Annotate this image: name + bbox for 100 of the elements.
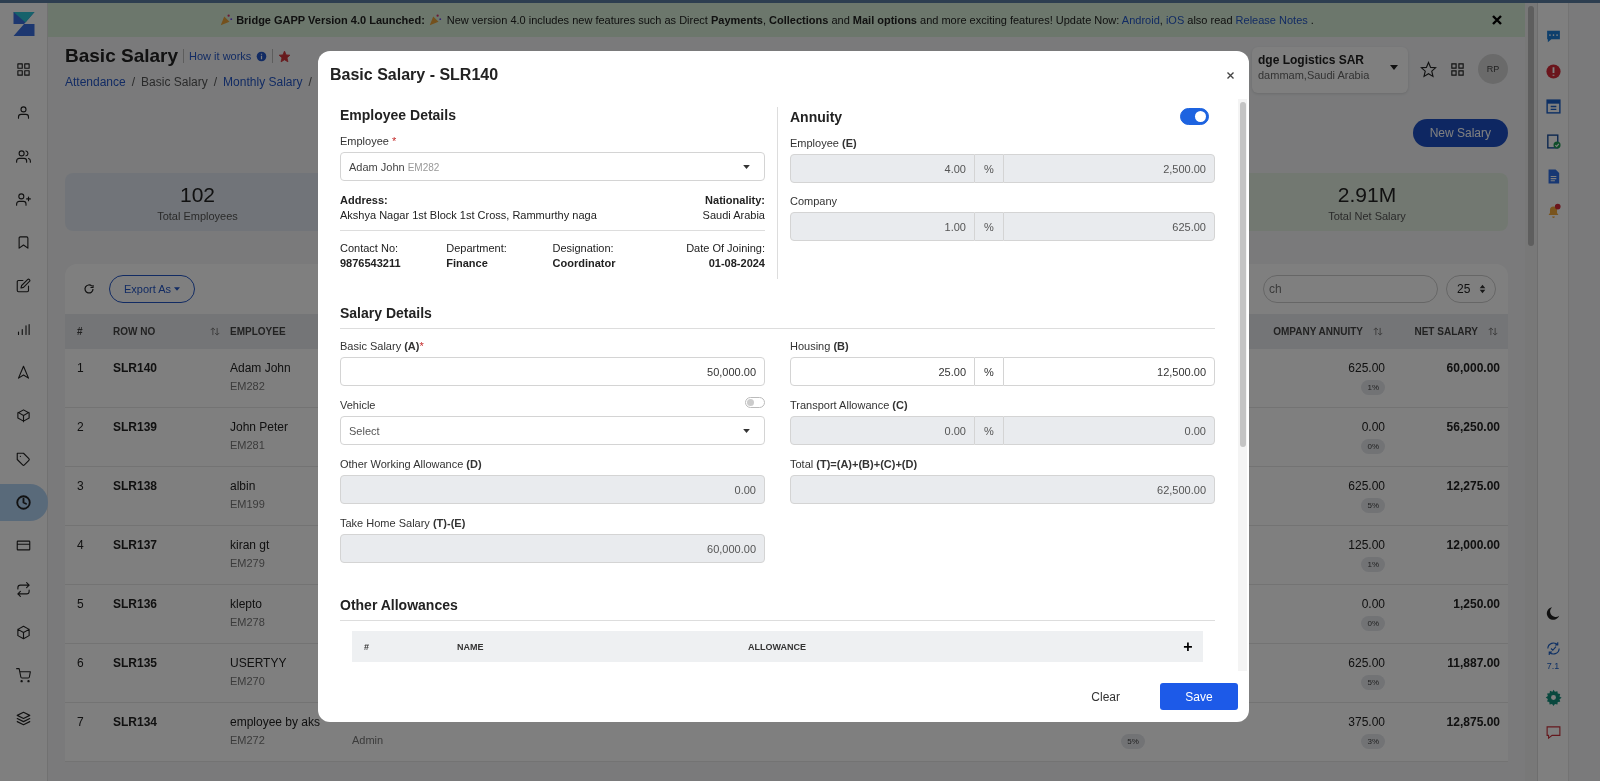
stat-value: 102 [179,182,215,207]
grid-icon[interactable] [1449,60,1466,78]
amount-field[interactable]: 12,500.00 [1003,357,1215,386]
section-heading: Salary Details [340,305,1215,329]
employee-name: employee by aks [230,715,322,729]
amount-field[interactable]: 50,000.00 [340,357,765,386]
table-cell-text: Admin [352,734,385,746]
company-selector[interactable]: dge Logistics SAR dammam,Saudi Arabia [1252,47,1408,93]
export-as-button[interactable]: Export As [109,275,196,303]
breadcrumb-text: / [131,75,136,89]
field-label: Employee * [340,135,398,147]
section-heading: Annuity [790,108,843,125]
percent-sign: % [975,416,1003,445]
percent-sign: % [975,154,1003,183]
sync-check-icon[interactable] [1544,640,1562,657]
close-icon[interactable] [1226,70,1235,80]
employee-name: kiran gt [230,538,271,552]
detail-label: Department: [446,242,508,254]
new-salary-button[interactable]: New Salary [1412,119,1508,147]
detail-value: Finance [446,257,489,269]
column-header: NAME [457,641,485,652]
how-it-works-link[interactable]: How it works [189,50,252,62]
detail-value: Coordinator [552,257,617,269]
column-header: EMPLOYEE [230,326,287,337]
caret-icon [174,287,181,291]
table-cell-text: SLR134 [113,715,159,729]
banner-headline: Bridge GAPP Version 4.0 Launched: [236,14,425,26]
vehicle-select[interactable]: Select [340,416,765,445]
info-icon [256,50,268,62]
column-header[interactable]: NET SALARY [1414,326,1478,337]
table-cell: 56,250.00 [1446,420,1500,434]
table-cell: 11,887.00 [1447,656,1500,670]
clock-icon [16,494,31,510]
table-cell-text: SLR140 [113,361,159,375]
comment-icon[interactable] [1544,724,1562,741]
breadcrumb-text: / [308,75,312,89]
employee-code: EM281 [230,439,266,451]
bookmark-icon [16,235,31,251]
detail-label: Contact No: [340,242,400,254]
sort-icon[interactable] [210,327,220,336]
sort-icon [1479,284,1486,294]
breadcrumb-link[interactable]: Attendance [65,75,126,89]
column-header[interactable]: ROW NO [113,326,156,337]
table-cell-text: SLR135 [113,656,159,670]
sort-icon[interactable] [1488,327,1498,336]
table-cell-text: 5 [76,597,85,611]
save-button[interactable]: Save [1160,683,1238,710]
table-cell-text: SLR136 [113,597,159,611]
scrollbar[interactable] [1238,99,1247,671]
grid-icon [16,62,31,77]
sidebar-item[interactable] [0,483,48,521]
table-cell-text: 2 [76,420,85,434]
column-header[interactable]: OMPANY ANNUITY [1273,326,1363,337]
vehicle-toggle[interactable] [745,396,765,408]
alert-icon[interactable] [1544,63,1562,80]
annuity-toggle[interactable] [1180,108,1209,125]
nationality-value: Saudi Arabia [702,209,765,221]
user-icon [16,105,31,121]
cart-icon [16,668,31,684]
employee-code: EM272 [230,734,266,746]
users-icon [16,148,31,164]
sort-icon[interactable] [1373,327,1383,336]
table-cell: 625.00 [1348,361,1385,375]
table-cell: 12,275.00 [1446,479,1500,493]
chat-icon[interactable] [1544,28,1562,45]
dialog-title: Basic Salary - SLR140 [330,66,499,84]
layers-icon [16,711,31,727]
close-icon[interactable] [1491,14,1503,26]
employee-code: EM282 [230,380,266,392]
repeat-icon [16,581,31,597]
clear-button[interactable]: Clear [1085,688,1126,705]
field-label: Other Working Allowance (D) [340,458,482,470]
stat-label: Total Net Salary [1328,209,1406,222]
employee-select[interactable]: Adam John EM282 [340,152,765,181]
settings-icon[interactable] [1544,689,1562,706]
star-icon[interactable] [1420,60,1437,78]
table-cell: 0.00 [1361,420,1385,434]
percent-badge: 5% [1361,498,1385,513]
rate-field[interactable]: 25.00 [790,357,975,386]
table-cell-text: 6 [76,656,85,670]
column-header: # [76,326,84,337]
breadcrumb-link[interactable]: Monthly Salary [223,75,303,89]
table-cell: 0.00 [1361,597,1385,611]
moon-icon[interactable] [1544,605,1562,622]
calendar-icon[interactable] [1544,98,1562,115]
credit-card-icon [16,538,31,554]
field-label: Vehicle [340,399,376,411]
favorite-star-icon[interactable] [278,49,292,63]
add-button[interactable]: + [1173,637,1203,656]
employee-code: EM279 [230,557,266,569]
clipboard-check-icon[interactable] [1544,133,1562,150]
table-cell: 12,875.00 [1446,715,1500,729]
table-cell: 375.00 [1348,715,1385,729]
search-field[interactable]: ch [1263,275,1438,303]
detail-value: 9876543211 [340,257,402,269]
refresh-icon[interactable] [83,283,95,295]
caret-icon [1390,65,1398,70]
employee-name: Adam John [230,361,292,375]
percent-badge: 1% [1361,380,1385,395]
user-plus-icon [16,191,31,207]
